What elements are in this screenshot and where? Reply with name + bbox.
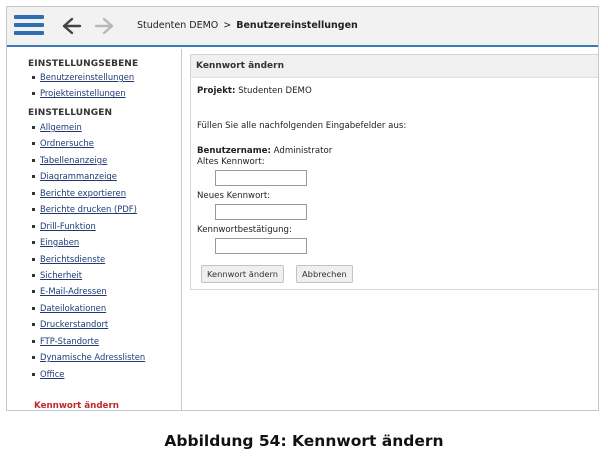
list-item: Projekteinstellungen: [32, 87, 134, 103]
sidebar-link-setting-6[interactable]: Drill-Funktion: [40, 221, 96, 231]
sidebar-link-setting-12[interactable]: Druckerstandort: [40, 319, 108, 329]
bullet-icon: [32, 175, 35, 179]
bullet-icon: [32, 356, 35, 360]
sidebar-link-setting-9[interactable]: Sicherheit: [40, 270, 82, 280]
list-item: Benutzereinstellungen: [32, 71, 134, 87]
hamburger-menu-icon[interactable]: [14, 15, 44, 35]
bullet-icon: [32, 142, 35, 146]
sidebar-link-setting-15[interactable]: Office: [40, 369, 64, 379]
sidebar-link-setting-5[interactable]: Berichte drucken (PDF): [40, 204, 137, 214]
breadcrumb-separator: >: [223, 20, 232, 31]
section-title-settings: EINSTELLUNGEN: [28, 108, 113, 118]
sidebar-link-setting-7[interactable]: Eingaben: [40, 237, 79, 247]
list-item: Ordnersuche: [32, 137, 145, 153]
sidebar-link-setting-10[interactable]: E-Mail-Adressen: [40, 286, 107, 296]
breadcrumb: Studenten DEMO > Benutzereinstellungen: [137, 20, 358, 31]
figure-caption: Abbildung 54: Kennwort ändern: [164, 432, 444, 450]
list-item: Drill-Funktion: [32, 220, 145, 236]
arrow-left-icon[interactable]: [61, 15, 83, 37]
bullet-icon: [32, 158, 35, 162]
list-item: Sicherheit: [32, 269, 145, 285]
change-password-button[interactable]: Kennwort ändern: [201, 265, 285, 283]
breadcrumb-current: Benutzereinstellungen: [236, 20, 358, 31]
section-title-settings-level: EINSTELLUNGSEBENE: [28, 59, 139, 69]
sidebar-link-setting-8[interactable]: Berichtsdienste: [40, 254, 105, 264]
list-item: Druckerstandort: [32, 318, 145, 334]
bullet-icon: [32, 306, 35, 310]
sidebar-link-setting-13[interactable]: FTP-Standorte: [40, 336, 99, 346]
username-line: Benutzername: Administrator: [197, 146, 332, 156]
bullet-icon: [32, 339, 35, 343]
bullet-icon: [32, 224, 35, 228]
sidebar-link-setting-4[interactable]: Berichte exportieren: [40, 188, 126, 198]
list-item: Eingaben: [32, 236, 145, 252]
sidebar-link-setting-14[interactable]: Dynamische Adresslisten: [40, 352, 145, 362]
sidebar-link-level-0[interactable]: Benutzereinstellungen: [40, 72, 134, 82]
new-password-label: Neues Kennwort:: [197, 191, 271, 201]
bullet-icon: [32, 323, 35, 327]
list-item: Tabellenanzeige: [32, 154, 145, 170]
arrow-right-icon[interactable]: [93, 15, 115, 37]
list-item: Dynamische Adresslisten: [32, 351, 145, 367]
confirm-password-label: Kennwortbestätigung:: [197, 225, 292, 235]
list-item: Berichte exportieren: [32, 187, 145, 203]
bullet-icon: [32, 257, 35, 261]
bullet-icon: [32, 126, 35, 129]
panel-title: Kennwort ändern: [191, 55, 598, 78]
settings-level-list: Benutzereinstellungen Projekteinstellunge…: [32, 71, 134, 104]
sidebar-link-setting-2[interactable]: Tabellenanzeige: [40, 155, 107, 165]
list-item: Berichte drucken (PDF): [32, 203, 145, 219]
breadcrumb-root[interactable]: Studenten DEMO: [137, 20, 218, 31]
sidebar-link-setting-1[interactable]: Ordnersuche: [40, 138, 94, 148]
list-item: Diagrammanzeige: [32, 170, 145, 186]
old-password-label: Altes Kennwort:: [197, 157, 265, 167]
bullet-icon: [32, 92, 35, 96]
list-item: Allgemein: [32, 121, 145, 137]
sidebar-link-setting-11[interactable]: Dateilokationen: [40, 303, 106, 313]
bullet-icon: [32, 372, 35, 376]
settings-list: Allgemein Ordnersuche Tabellenanzeige Diagr…: [32, 121, 145, 384]
username-label: Benutzername:: [197, 146, 271, 156]
sidebar-link-setting-0[interactable]: Allgemein: [40, 122, 82, 132]
app-window: Studenten DEMO > Benutzereinstellungen EIN…: [6, 6, 599, 411]
list-item: FTP-Standorte: [32, 335, 145, 351]
new-password-field[interactable]: [215, 204, 307, 220]
instruction-text: Füllen Sie alle nachfolgenden Eingabefel…: [197, 121, 407, 131]
project-label: Projekt:: [197, 86, 236, 96]
confirm-password-field[interactable]: [215, 238, 307, 254]
old-password-field[interactable]: [215, 170, 307, 186]
list-item: Office: [32, 368, 145, 384]
top-bar: Studenten DEMO > Benutzereinstellungen: [7, 7, 598, 47]
sidebar-link-setting-3[interactable]: Diagrammanzeige: [40, 171, 117, 181]
cancel-button[interactable]: Abbrechen: [296, 265, 353, 283]
list-item: Berichtsdienste: [32, 253, 145, 269]
username-value: Administrator: [273, 146, 333, 156]
project-line: Projekt: Studenten DEMO: [197, 86, 312, 96]
list-item: Dateilokationen: [32, 302, 145, 318]
bullet-icon: [32, 290, 35, 294]
bullet-icon: [32, 208, 35, 212]
sidebar-item-change-password[interactable]: Kennwort ändern: [34, 401, 119, 410]
change-password-panel: Kennwort ändern Projekt: Studenten DEMO …: [190, 54, 598, 290]
sidebar-link-level-1[interactable]: Projekteinstellungen: [40, 88, 126, 98]
settings-sidebar: EINSTELLUNGSEBENE Benutzereinstellungen P…: [7, 49, 182, 410]
list-item: E-Mail-Adressen: [32, 285, 145, 301]
bullet-icon: [32, 76, 35, 79]
project-value: Studenten DEMO: [238, 86, 312, 96]
bullet-icon: [32, 191, 35, 195]
bullet-icon: [32, 241, 35, 245]
bullet-icon: [32, 273, 35, 277]
